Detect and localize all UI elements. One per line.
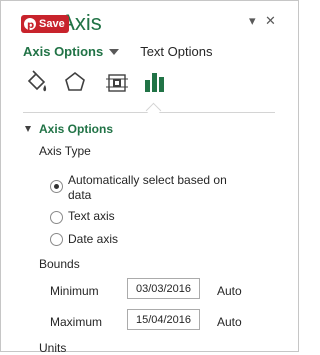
size-properties-icon[interactable]: [103, 69, 131, 97]
radio-auto-select-label[interactable]: Automatically select based on data: [68, 173, 227, 203]
pane-close-button[interactable]: ✕: [265, 13, 276, 29]
radio-text-axis[interactable]: [50, 211, 63, 224]
radio-auto-select[interactable]: [50, 180, 63, 193]
axis-options-section-header[interactable]: Axis Options: [25, 122, 113, 136]
pinterest-icon: p: [24, 18, 36, 30]
radio-date-axis-label[interactable]: Date axis: [68, 232, 118, 247]
chevron-down-icon: ▾: [249, 13, 256, 28]
section-title: Axis Options: [39, 122, 114, 136]
axis-options-bars-icon[interactable]: [141, 69, 169, 97]
format-axis-pane: at Axis p Save ▾ ✕ Axis Options Text Opt…: [0, 0, 299, 355]
fill-line-icon[interactable]: [23, 69, 51, 97]
radio-date-axis[interactable]: [50, 233, 63, 246]
pinterest-save-label: Save: [39, 18, 65, 30]
effects-pentagon-icon[interactable]: [61, 69, 89, 97]
radio-auto-line1: Automatically select based on: [68, 173, 227, 187]
maximum-label: Maximum: [50, 315, 103, 329]
units-label: Units: [39, 341, 67, 355]
close-icon: ✕: [265, 13, 276, 28]
svg-text:p: p: [27, 20, 34, 30]
axis-type-label: Axis Type: [39, 144, 91, 158]
tab-axis-options[interactable]: Axis Options: [23, 44, 103, 59]
pinterest-save-button[interactable]: p Save: [21, 15, 69, 33]
maximum-auto-button[interactable]: Auto: [217, 315, 242, 329]
radio-auto-line2: data: [68, 188, 92, 202]
bounds-label: Bounds: [39, 257, 80, 271]
pane-menu-button[interactable]: ▾: [249, 13, 256, 29]
minimum-input[interactable]: 03/03/2016: [127, 278, 200, 299]
maximum-input[interactable]: 15/04/2016: [127, 309, 200, 330]
tab-text-options[interactable]: Text Options: [140, 44, 212, 59]
collapse-triangle-icon: [25, 126, 31, 132]
selected-tab-notch: [145, 102, 162, 119]
minimum-label: Minimum: [50, 284, 99, 298]
tab-dropdown-arrow-icon[interactable]: [109, 48, 120, 55]
minimum-auto-button[interactable]: Auto: [217, 284, 242, 298]
radio-text-axis-label[interactable]: Text axis: [68, 209, 115, 224]
